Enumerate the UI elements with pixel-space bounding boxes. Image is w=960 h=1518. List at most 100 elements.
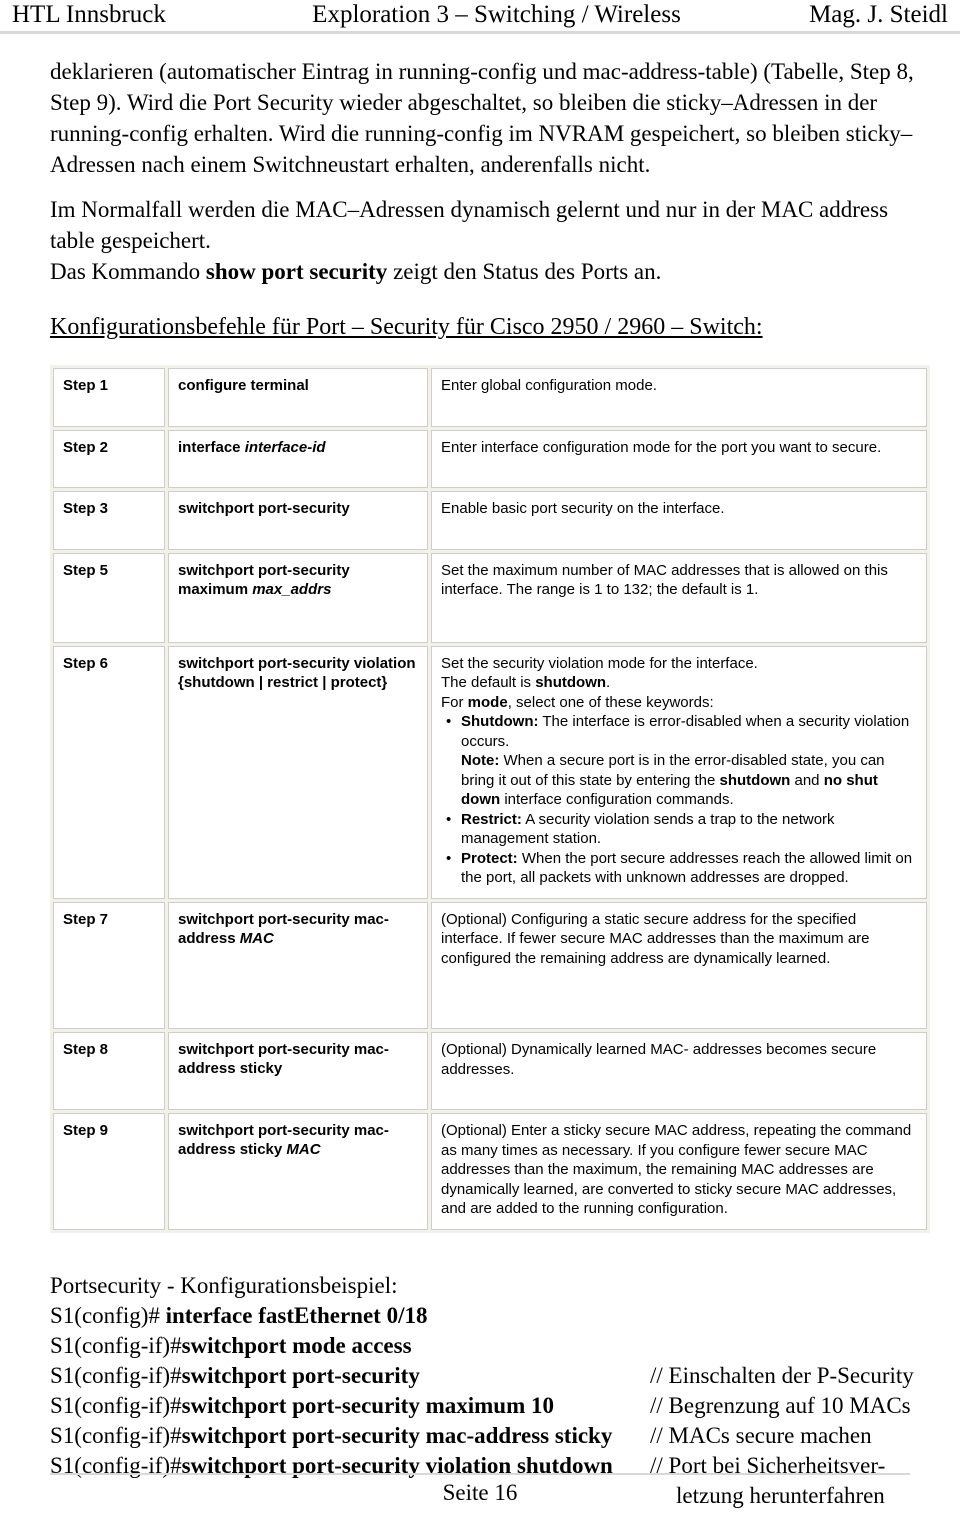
table-row: Step 2 interface interface-id Enter inte… bbox=[53, 429, 927, 488]
table-row: Step 1 configure terminal Enter global c… bbox=[53, 368, 927, 427]
cli-command: switchport port-security bbox=[181, 1362, 420, 1388]
table-row: Step 3 switchport port-security Enable b… bbox=[53, 491, 927, 550]
config-command-cell: S1(config-if)#switchport mode access bbox=[50, 1331, 650, 1361]
mode-prefix: For bbox=[441, 693, 468, 711]
section-title-wrap: Konfigurationsbefehle für Port – Securit… bbox=[50, 311, 922, 343]
port-security-steps-table: Step 1 configure terminal Enter global c… bbox=[50, 365, 930, 1233]
cli-command: interface fastEthernet 0/18 bbox=[165, 1302, 428, 1328]
document-body: deklarieren (automatischer Eintrag in ru… bbox=[50, 56, 930, 1511]
step-label: Step 7 bbox=[53, 901, 165, 1029]
mode-keyword: mode bbox=[467, 693, 508, 711]
command-text: interface bbox=[178, 438, 245, 456]
cli-prompt: S1(config-if)# bbox=[50, 1332, 182, 1358]
section-title: Konfigurationsbefehle für Port – Securit… bbox=[50, 314, 763, 340]
command-text: switchport port-security bbox=[178, 500, 350, 517]
config-comment: // Einschalten der P-Security bbox=[650, 1362, 914, 1388]
desc-line-mode: For mode, select one of these keywords: bbox=[441, 693, 917, 713]
table-row: Step 8 switchport port-security mac-addr… bbox=[53, 1032, 927, 1110]
table-row: Step 9 switchport port-security mac-addr… bbox=[53, 1113, 927, 1230]
step-description: Set the maximum number of MAC addresses … bbox=[431, 552, 927, 643]
page-number: Seite 16 bbox=[442, 1480, 518, 1505]
show-command-keyword: show port security bbox=[205, 259, 388, 284]
bullet-note-bold-shutdown: shutdown bbox=[719, 771, 791, 789]
step-description: (Optional) Dynamically learned MAC- addr… bbox=[431, 1032, 927, 1110]
config-example-heading: Portsecurity - Konfigurationsbeispiel: bbox=[50, 1272, 398, 1298]
paragraph-sticky-addresses: deklarieren (automatischer Eintrag in ru… bbox=[50, 59, 914, 177]
step-command: switchport port-security violation {shut… bbox=[168, 645, 428, 899]
table-row: Step 7 switchport port-security mac-addr… bbox=[53, 901, 927, 1029]
show-command-prefix: Das Kommando bbox=[50, 259, 206, 284]
list-item: Shutdown: The interface is error-disable… bbox=[446, 712, 917, 810]
table-row: Step 6 switchport port-security violatio… bbox=[53, 645, 927, 899]
footer-divider-rule bbox=[50, 1473, 910, 1475]
show-command-suffix: zeigt den Status des Ports an. bbox=[387, 259, 662, 284]
config-comment: // Begrenzung auf 10 MACs bbox=[650, 1392, 911, 1418]
bullet-label: Restrict: bbox=[461, 810, 522, 828]
violation-mode-bullet-list: Shutdown: The interface is error-disable… bbox=[441, 712, 917, 888]
config-command-cell: S1(config-if)#switchport port-security m… bbox=[50, 1421, 650, 1451]
step-label: Step 3 bbox=[53, 491, 165, 550]
command-argument: max_addrs bbox=[252, 580, 332, 598]
config-example-line: S1(config-if)#switchport port-security m… bbox=[50, 1391, 922, 1421]
bullet-label: Protect: bbox=[461, 849, 518, 867]
step-label: Step 9 bbox=[53, 1113, 165, 1230]
step-description: Enter interface configuration mode for t… bbox=[431, 429, 927, 488]
step-label: Step 8 bbox=[53, 1032, 165, 1110]
step-command: switchport port-security mac-address sti… bbox=[168, 1032, 428, 1110]
mode-suffix: , select one of these keywords: bbox=[507, 693, 714, 711]
paragraph-normal-case: Im Normalfall werden die MAC–Adressen dy… bbox=[50, 197, 889, 253]
list-item: Restrict: A security violation sends a t… bbox=[446, 810, 917, 849]
header-divider-rule bbox=[0, 31, 960, 34]
command-text: switchport port-security mac-address sti… bbox=[178, 1122, 389, 1158]
cli-command: switchport port-security maximum 10 bbox=[181, 1392, 554, 1418]
header-institution: HTL Innsbruck bbox=[12, 1, 166, 28]
config-comment: // MACs secure machen bbox=[650, 1422, 872, 1448]
step-description: Set the security violation mode for the … bbox=[431, 645, 927, 899]
config-example-line: S1(config-if)#switchport port-security v… bbox=[50, 1451, 922, 1481]
config-example-line: S1(config-if)#switchport mode access bbox=[50, 1331, 922, 1361]
command-argument: interface-id bbox=[244, 438, 326, 456]
bullet-label: Shutdown: bbox=[461, 713, 539, 730]
step-command: switchport port-security mac-address sti… bbox=[168, 1113, 428, 1230]
cli-prompt: S1(config-if)# bbox=[50, 1392, 182, 1418]
config-command-cell: S1(config-if)#switchport port-security bbox=[50, 1361, 650, 1391]
step-label: Step 5 bbox=[53, 552, 165, 643]
config-comment: // Port bei Sicherheitsver- bbox=[650, 1452, 886, 1478]
paragraph-show-command: Das Kommando show port security zeigt de… bbox=[50, 256, 922, 287]
step-label: Step 1 bbox=[53, 368, 165, 427]
step-description: (Optional) Enter a sticky secure MAC add… bbox=[431, 1113, 927, 1230]
command-argument: MAC bbox=[239, 929, 274, 947]
page-running-head: HTL Innsbruck Exploration 3 – Switching … bbox=[0, 0, 960, 32]
step-label: Step 6 bbox=[53, 645, 165, 899]
command-text: switchport port-security mac-address sti… bbox=[178, 1041, 389, 1077]
header-course-title: Exploration 3 – Switching / Wireless bbox=[312, 1, 681, 28]
cli-command: switchport port-security mac-address sti… bbox=[181, 1422, 613, 1448]
config-example-line: S1(config-if)#switchport port-security /… bbox=[50, 1361, 922, 1391]
step-description: Enter global configuration mode. bbox=[431, 368, 927, 427]
desc-line-default: The default is shutdown. bbox=[441, 673, 917, 693]
step-command: configure terminal bbox=[168, 368, 428, 427]
list-item: Protect: When the port secure addresses … bbox=[446, 849, 917, 888]
table-row: Step 5 switchport port-security maximum … bbox=[53, 552, 927, 643]
command-argument: MAC bbox=[286, 1141, 321, 1158]
default-suffix: . bbox=[606, 674, 611, 691]
port-security-steps-table-wrap: Step 1 configure terminal Enter global c… bbox=[50, 365, 930, 1233]
default-prefix: The default is bbox=[441, 674, 536, 691]
step-label: Step 2 bbox=[53, 429, 165, 488]
step-command: switchport port-security mac-address MAC bbox=[168, 901, 428, 1029]
cli-prompt: S1(config)# bbox=[50, 1302, 166, 1328]
config-command-cell: S1(config-if)#switchport port-security v… bbox=[50, 1451, 650, 1481]
bullet-note-label: Note: bbox=[461, 752, 500, 769]
default-keyword: shutdown bbox=[535, 674, 607, 691]
cli-prompt: S1(config-if)# bbox=[50, 1362, 182, 1388]
desc-line-violation-mode: Set the security violation mode for the … bbox=[441, 654, 758, 672]
config-command-cell: S1(config)# interface fastEthernet 0/18 bbox=[50, 1301, 650, 1331]
bullet-note-post: interface configuration commands. bbox=[500, 791, 734, 808]
config-example-line: S1(config)# interface fastEthernet 0/18 bbox=[50, 1301, 922, 1331]
bullet-note-mid: and bbox=[790, 771, 824, 789]
step-command: switchport port-security bbox=[168, 491, 428, 550]
step-description: Enable basic port security on the interf… bbox=[431, 491, 927, 550]
bullet-text: When the port secure addresses reach the… bbox=[461, 849, 913, 887]
config-example-line: S1(config-if)#switchport port-security m… bbox=[50, 1421, 922, 1451]
